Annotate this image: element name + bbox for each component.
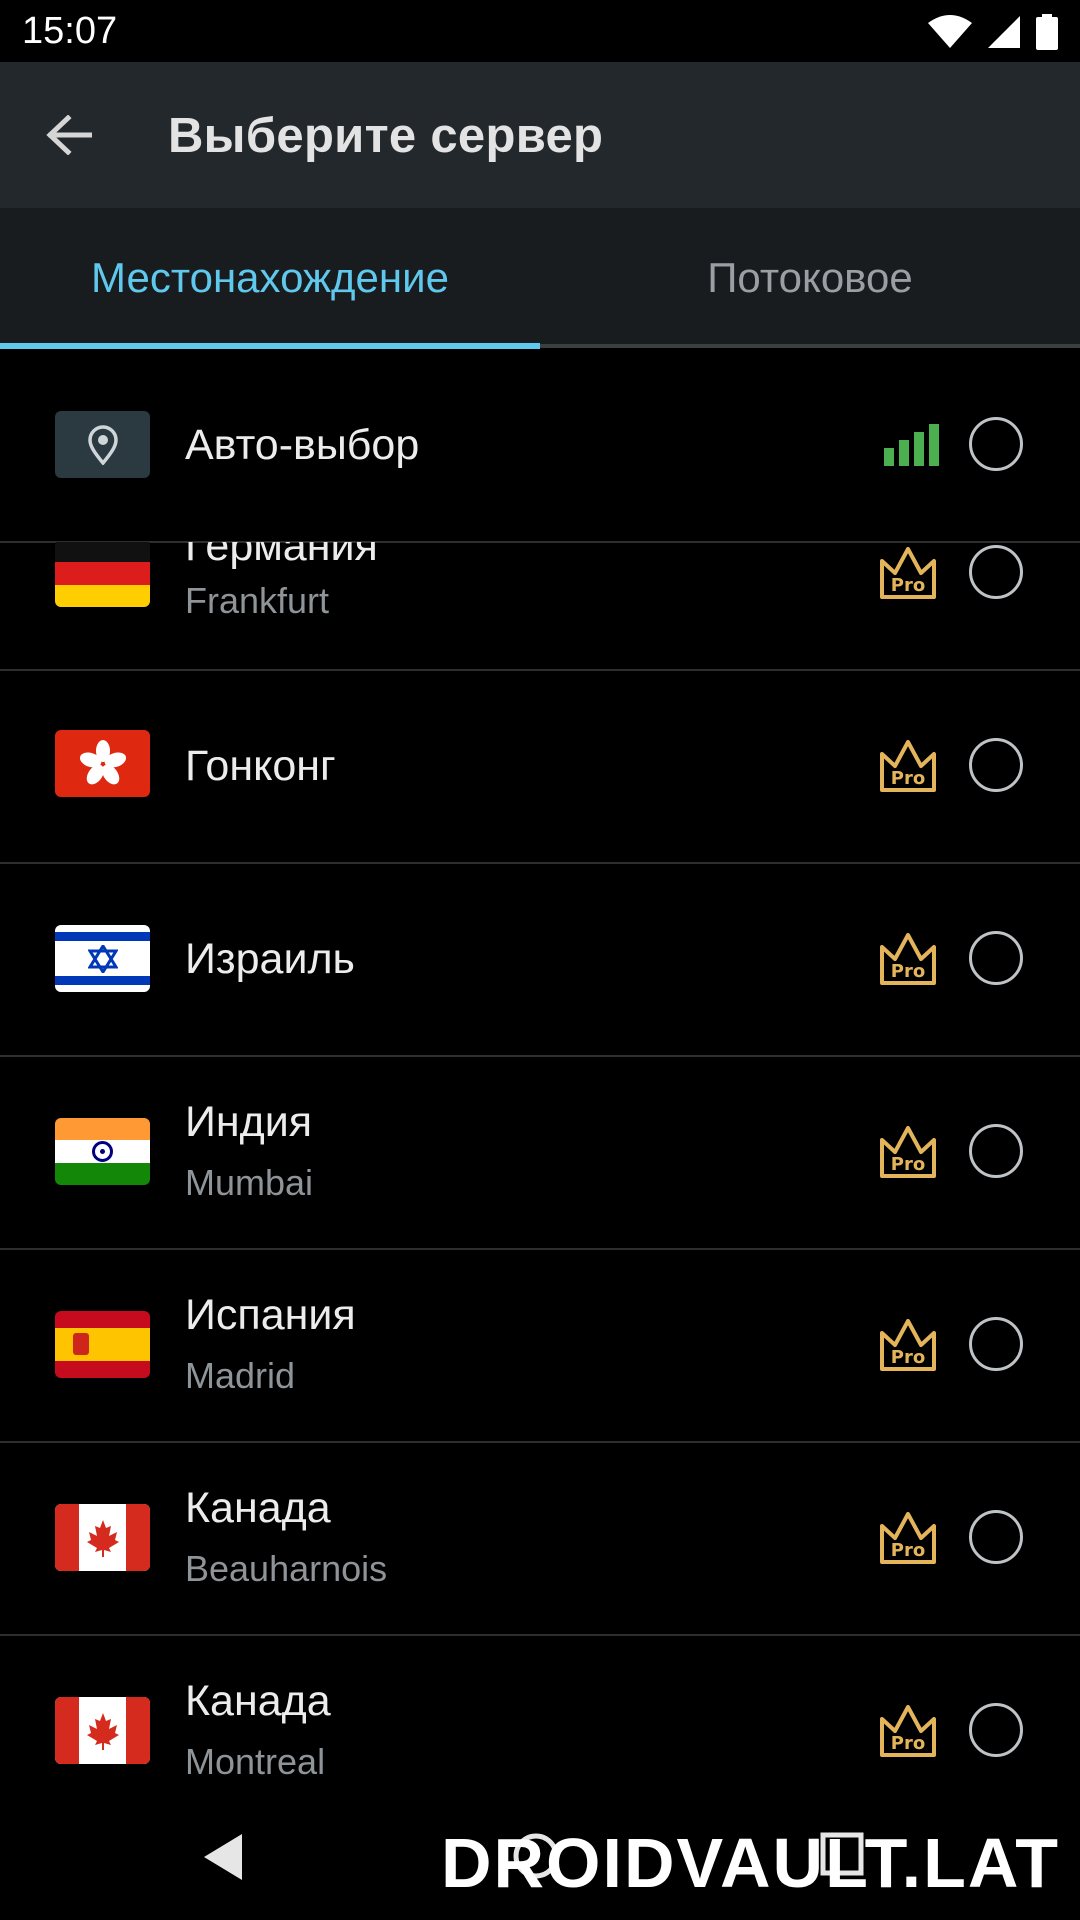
arrow-back-icon	[46, 115, 92, 155]
server-name: Гонконг	[185, 742, 336, 790]
list-item-canada-montreal[interactable]: Канада Montreal Pro	[0, 1635, 1080, 1827]
server-name: Канада	[185, 1677, 331, 1725]
germany-flag-icon	[55, 542, 150, 607]
server-name: Канада	[185, 1484, 331, 1532]
radio-button[interactable]	[969, 417, 1023, 471]
back-button[interactable]	[38, 104, 100, 166]
list-item-canada-beauharnois[interactable]: Канада Beauharnois Pro	[0, 1442, 1080, 1636]
server-name: Израиль	[185, 935, 355, 983]
svg-text:Pro: Pro	[891, 1540, 925, 1561]
status-bar: 15:07	[0, 0, 1080, 62]
canada-flag-icon	[55, 1504, 150, 1571]
server-city: Beauharnois	[185, 1548, 388, 1589]
pro-crown-icon: Pro	[880, 1705, 936, 1757]
svg-text:Pro: Pro	[891, 961, 925, 982]
page-title: Выберите сервер	[168, 109, 604, 163]
cell-signal-icon	[988, 16, 1020, 48]
tab-streaming[interactable]: Потоковое	[540, 208, 1080, 348]
svg-text:Pro: Pro	[891, 575, 925, 596]
svg-text:Pro: Pro	[891, 1347, 925, 1368]
india-flag-icon	[55, 1118, 150, 1185]
radio-button[interactable]	[969, 1124, 1023, 1178]
signal-bars-icon	[884, 424, 939, 466]
watermark-text: DROIDVAULT.LAT	[440, 1824, 1060, 1902]
radio-button[interactable]	[969, 1510, 1023, 1564]
wifi-icon	[928, 15, 972, 48]
server-city: Madrid	[185, 1355, 296, 1396]
list-item-hong-kong[interactable]: Гонконг Pro	[0, 670, 1080, 864]
pro-crown-icon: Pro	[880, 740, 936, 792]
radio-button[interactable]	[969, 738, 1023, 792]
radio-button[interactable]	[969, 1703, 1023, 1757]
tab-location[interactable]: Местонахождение	[0, 208, 540, 348]
tab-bar: Местонахождение Потоковое	[0, 208, 1080, 348]
server-city: Montreal	[185, 1741, 326, 1782]
list-item-spain[interactable]: Испания Madrid Pro	[0, 1249, 1080, 1443]
list-item-india[interactable]: Индия Mumbai Pro	[0, 1056, 1080, 1250]
server-name: Германия	[185, 542, 378, 570]
pro-crown-icon: Pro	[880, 547, 936, 599]
location-pin-icon	[55, 411, 150, 478]
app-bar: Выберите сервер	[0, 62, 1080, 208]
radio-button[interactable]	[969, 931, 1023, 985]
svg-text:Pro: Pro	[891, 768, 925, 789]
svg-text:Pro: Pro	[891, 1154, 925, 1175]
canada-flag-icon	[55, 1697, 150, 1764]
hong-kong-flag-icon	[55, 730, 150, 797]
pro-crown-icon: Pro	[880, 933, 936, 985]
status-icons	[928, 12, 1058, 52]
pro-crown-icon: Pro	[880, 1126, 936, 1178]
server-name: Испания	[185, 1291, 356, 1339]
server-city: Frankfurt	[185, 580, 330, 621]
radio-button[interactable]	[969, 1317, 1023, 1371]
server-name: Авто-выбор	[185, 421, 420, 469]
server-city: Mumbai	[185, 1162, 314, 1203]
status-time: 15:07	[22, 10, 118, 52]
pro-crown-icon: Pro	[880, 1512, 936, 1564]
spain-flag-icon	[55, 1311, 150, 1378]
radio-button[interactable]	[969, 545, 1023, 599]
battery-icon	[1036, 14, 1058, 50]
list-item-germany[interactable]: Германия Frankfurt Pro	[0, 542, 1080, 671]
server-list[interactable]: Авто-выбор Германия Frankfurt Pro Гонкон…	[0, 349, 1080, 1829]
server-name: Индия	[185, 1098, 313, 1146]
israel-flag-icon	[55, 925, 150, 992]
list-item-auto-select[interactable]: Авто-выбор	[0, 349, 1080, 543]
list-item-israel[interactable]: Израиль Pro	[0, 863, 1080, 1057]
pro-crown-icon: Pro	[880, 1319, 936, 1371]
svg-text:Pro: Pro	[891, 1733, 925, 1754]
nav-back-icon[interactable]	[200, 1832, 244, 1882]
